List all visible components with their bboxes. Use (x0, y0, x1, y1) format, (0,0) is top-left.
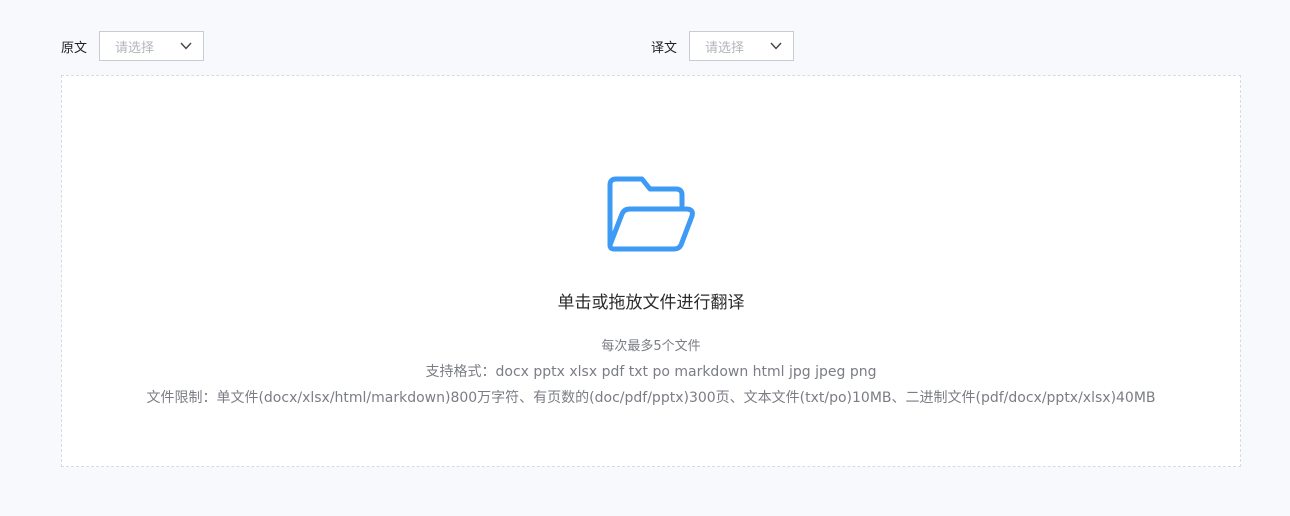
supported-formats-note: 支持格式：docx pptx xlsx pdf txt po markdown … (425, 364, 877, 380)
max-files-note: 每次最多5个文件 (601, 339, 701, 354)
drop-zone-title: 单击或拖放文件进行翻译 (557, 293, 745, 313)
file-drop-zone[interactable]: 单击或拖放文件进行翻译 每次最多5个文件 支持格式：docx pptx xlsx… (61, 75, 1241, 467)
file-limits-note: 文件限制：单文件(docx/xlsx/html/markdown)800万字符、… (146, 390, 1156, 406)
source-language-select[interactable]: 请选择 (99, 31, 204, 61)
folder-open-icon (607, 176, 695, 252)
chevron-down-icon (770, 42, 782, 50)
source-language-label: 原文 (61, 40, 88, 56)
source-language-group: 原文 请选择 (61, 31, 204, 61)
target-language-placeholder: 请选择 (705, 40, 745, 56)
target-language-select[interactable]: 请选择 (689, 31, 794, 61)
target-language-group: 译文 请选择 (651, 31, 794, 61)
source-language-placeholder: 请选择 (115, 40, 155, 56)
target-language-label: 译文 (651, 40, 678, 56)
chevron-down-icon (180, 42, 192, 50)
